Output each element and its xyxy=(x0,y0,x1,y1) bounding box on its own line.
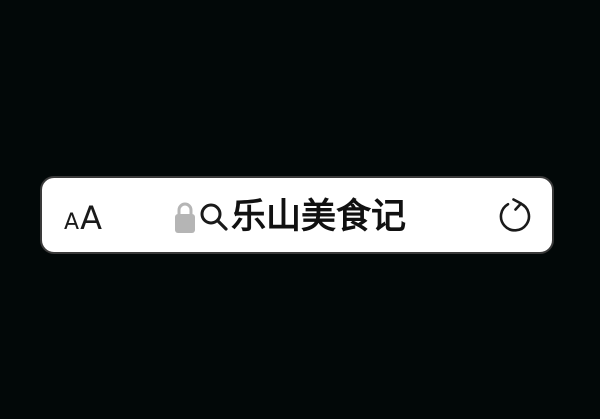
text-size-large-a: A xyxy=(80,199,102,237)
text-size-button[interactable]: A A xyxy=(64,198,102,238)
search-query-text: 乐山美食记 xyxy=(231,197,407,237)
address-bar[interactable]: A A 乐山美食记 xyxy=(40,176,554,254)
reload-icon xyxy=(499,198,531,232)
lock-icon xyxy=(175,202,195,233)
text-size-small-a: A xyxy=(64,210,80,235)
reload-button[interactable] xyxy=(496,198,534,236)
url-field[interactable]: 乐山美食记 xyxy=(174,195,406,239)
search-icon xyxy=(200,203,228,231)
